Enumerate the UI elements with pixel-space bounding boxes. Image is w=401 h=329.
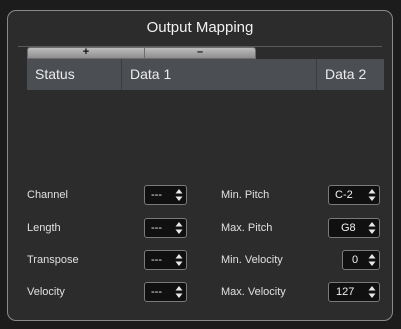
up-down-arrows-icon[interactable]	[175, 253, 183, 267]
length-label: Length	[27, 222, 61, 234]
max-velocity-label: Max. Velocity	[221, 286, 286, 298]
column-header-data-2[interactable]: Data 2	[317, 59, 384, 90]
up-down-arrows-icon[interactable]	[368, 285, 376, 299]
remove-mapping-button[interactable]: –	[144, 47, 256, 59]
transpose-spinbox[interactable]: ---	[144, 250, 187, 270]
max-velocity-value: 127	[336, 286, 355, 298]
max-pitch-value: G8	[341, 222, 356, 234]
up-down-arrows-icon[interactable]	[368, 253, 376, 267]
column-header-data-1[interactable]: Data 1	[122, 59, 317, 90]
output-mapping-panel: Output Mapping + – Status Data 1 Data 2 …	[7, 10, 393, 321]
length-spinbox[interactable]: ---	[144, 218, 187, 238]
up-down-arrows-icon[interactable]	[368, 221, 376, 235]
max-pitch-spinbox[interactable]: G8	[328, 218, 380, 238]
min-velocity-label: Min. Velocity	[221, 254, 283, 266]
up-down-arrows-icon[interactable]	[175, 188, 183, 202]
min-velocity-value: 0	[352, 254, 359, 266]
panel-title: Output Mapping	[146, 19, 254, 36]
transpose-value: ---	[151, 254, 162, 266]
add-mapping-button[interactable]: +	[27, 47, 145, 59]
min-pitch-label: Min. Pitch	[221, 189, 270, 201]
up-down-arrows-icon[interactable]	[175, 221, 183, 235]
column-header-status[interactable]: Status	[27, 59, 122, 90]
min-pitch-value: C-2	[335, 189, 353, 201]
up-down-arrows-icon[interactable]	[175, 285, 183, 299]
length-value: ---	[151, 222, 162, 234]
transpose-label: Transpose	[27, 254, 79, 266]
channel-spinbox[interactable]: ---	[144, 185, 187, 205]
min-velocity-spinbox[interactable]: 0	[342, 250, 380, 270]
mapping-table-header: Status Data 1 Data 2	[27, 59, 384, 90]
channel-label: Channel	[27, 189, 68, 201]
mapping-table-body[interactable]	[27, 90, 384, 175]
min-pitch-spinbox[interactable]: C-2	[328, 185, 380, 205]
channel-value: ---	[151, 189, 162, 201]
velocity-value: ---	[151, 286, 162, 298]
up-down-arrows-icon[interactable]	[368, 188, 376, 202]
velocity-label: Velocity	[27, 286, 65, 298]
max-velocity-spinbox[interactable]: 127	[328, 282, 380, 302]
max-pitch-label: Max. Pitch	[221, 222, 273, 234]
velocity-spinbox[interactable]: ---	[144, 282, 187, 302]
